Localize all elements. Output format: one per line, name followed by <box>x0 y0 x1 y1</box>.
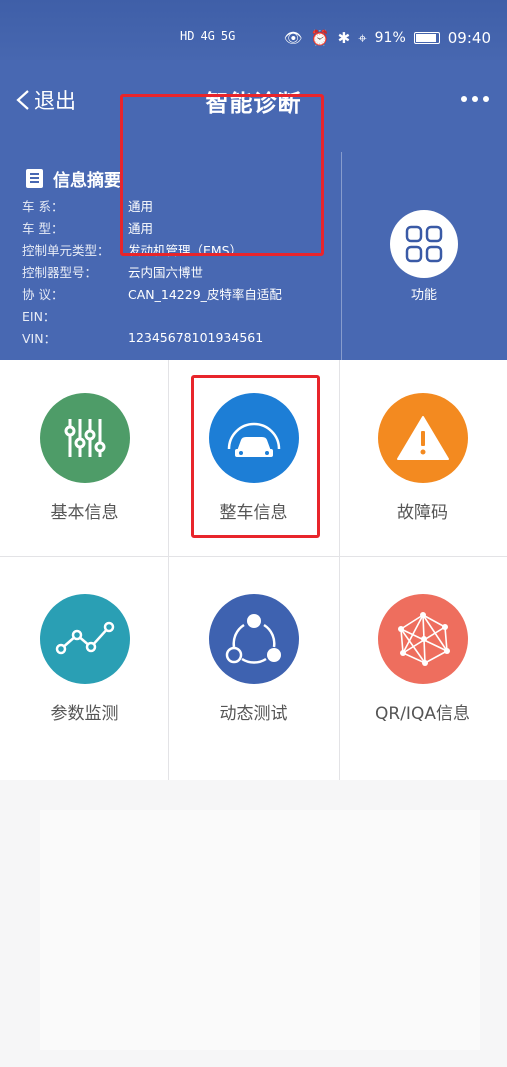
header-divider <box>341 152 342 360</box>
param-monitor-circle <box>39 594 130 684</box>
share-cycle-icon <box>225 614 281 664</box>
grid-divider-h <box>0 556 507 557</box>
info-highlight-box <box>120 94 324 256</box>
signal-4g-icon: 4G <box>200 29 215 43</box>
function-label: 功能 <box>410 288 437 303</box>
fault-code-label: 故障码 <box>397 503 448 523</box>
sliders-icon <box>64 419 105 457</box>
hd-indicator: HD <box>180 29 195 43</box>
fault-code-circle <box>377 393 468 483</box>
info-row-vin: VIN： 12345678101934561 <box>22 329 264 346</box>
info-row-protocol: 协 议： CAN_14229_皮特率自适配 <box>22 286 282 302</box>
bottom-panel <box>40 810 480 1050</box>
status-time: 09:40 <box>447 29 491 47</box>
status-icons: 👁 ⏰ ✱ ⌖ 91% 09:40 <box>284 27 491 49</box>
qr-iqa-circle <box>377 594 468 684</box>
function-circle <box>390 210 458 278</box>
battery-percent: 91% <box>374 30 406 46</box>
header: 退出 智能诊断 信息摘要 车 系： 通用 车 型： 通用 控制单元类型： 发动机… <box>0 60 507 360</box>
basic-info-label: 基本信息 <box>50 503 119 523</box>
document-icon <box>26 169 43 188</box>
bottom-empty-area <box>0 780 507 1067</box>
more-menu-icon[interactable] <box>461 96 489 102</box>
qr-iqa-label: QR/IQA信息 <box>375 704 470 724</box>
signal-5g-icon: 5G <box>220 29 236 43</box>
eye-icon: 👁 <box>283 29 303 47</box>
alarm-icon: ⏰ <box>310 29 330 47</box>
grid-item-qr-iqa-info[interactable]: QR/IQA信息 <box>338 594 507 726</box>
status-bar: HD 4G 5G 👁 ⏰ ✱ ⌖ 91% 09:40 <box>0 0 507 60</box>
grid-item-dynamic-test[interactable]: 动态测试 <box>169 594 338 726</box>
info-summary-panel: 信息摘要 车 系： 通用 车 型： 通用 控制单元类型： 发动机管理（EMS） … <box>0 94 340 360</box>
function-button[interactable]: 功能 <box>390 210 458 303</box>
grid-item-fault-code[interactable]: 故障码 <box>338 393 507 525</box>
dynamic-test-label: 动态测试 <box>219 704 288 724</box>
warning-icon <box>396 416 449 460</box>
info-row-ein: EIN： <box>22 308 56 324</box>
network-icon <box>397 612 450 666</box>
grid-item-param-monitor[interactable]: 参数监测 <box>0 594 169 726</box>
location-icon: ⌖ <box>358 29 367 47</box>
vehicle-info-highlight-box <box>191 375 320 538</box>
grid-apps-icon <box>405 225 443 263</box>
bluetooth-icon: ✱ <box>337 29 351 47</box>
grid-item-basic-info[interactable]: 基本信息 <box>0 393 169 525</box>
battery-icon <box>413 32 440 44</box>
param-monitor-label: 参数监测 <box>50 704 119 724</box>
basic-info-circle <box>39 393 130 483</box>
line-chart-icon <box>55 621 114 655</box>
info-summary-title: 信息摘要 <box>26 166 121 191</box>
info-row-controller-model: 控制器型号： 云内国六博世 <box>22 264 204 280</box>
network-indicators: HD 4G 5G <box>180 29 235 43</box>
dynamic-test-circle <box>208 594 299 684</box>
function-grid: 基本信息 整车信息 故障码 参数监测 动态测试 QR/IQA信息 <box>0 360 507 780</box>
